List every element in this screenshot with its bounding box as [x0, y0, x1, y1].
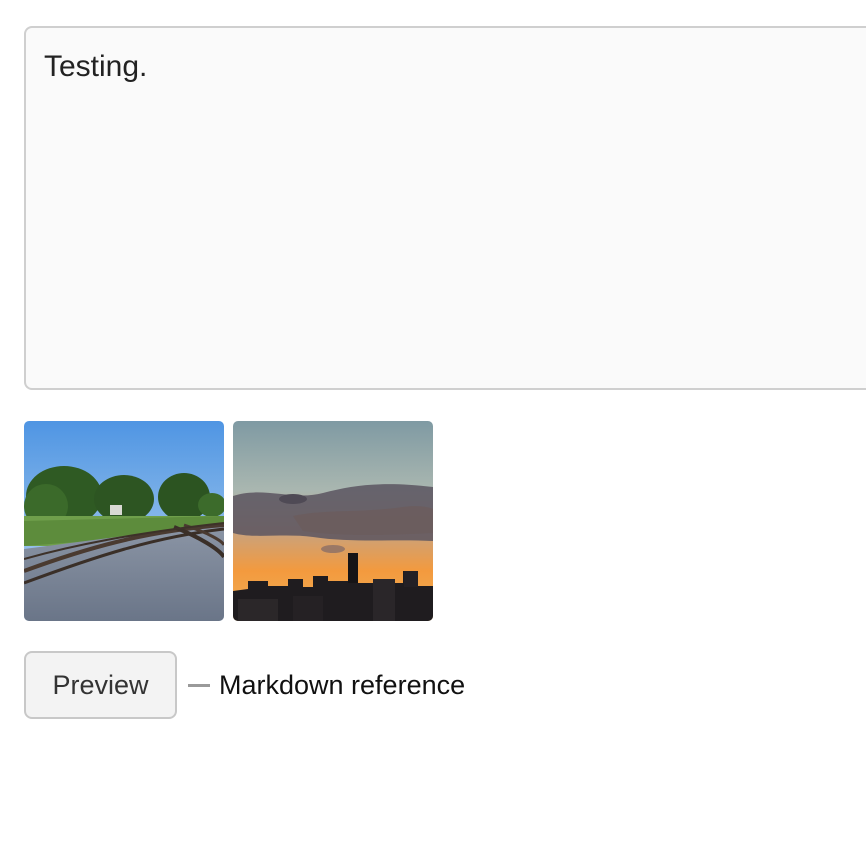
attachment-thumbnail-railroad[interactable] [24, 421, 224, 621]
railroad-tracks-photo [24, 421, 224, 621]
separator-dash [188, 683, 210, 687]
post-textarea[interactable]: Testing. [24, 26, 866, 390]
city-skyline-sunset-photo [233, 421, 433, 621]
markdown-reference-link[interactable]: Markdown reference [219, 670, 465, 701]
composer-actions: Preview Markdown reference [24, 651, 465, 719]
preview-button[interactable]: Preview [24, 651, 177, 719]
compose-page: Testing. Preview Markdown reference [0, 0, 866, 842]
attachment-thumbnail-sunset[interactable] [233, 421, 433, 621]
attachment-thumbnails [24, 421, 433, 621]
